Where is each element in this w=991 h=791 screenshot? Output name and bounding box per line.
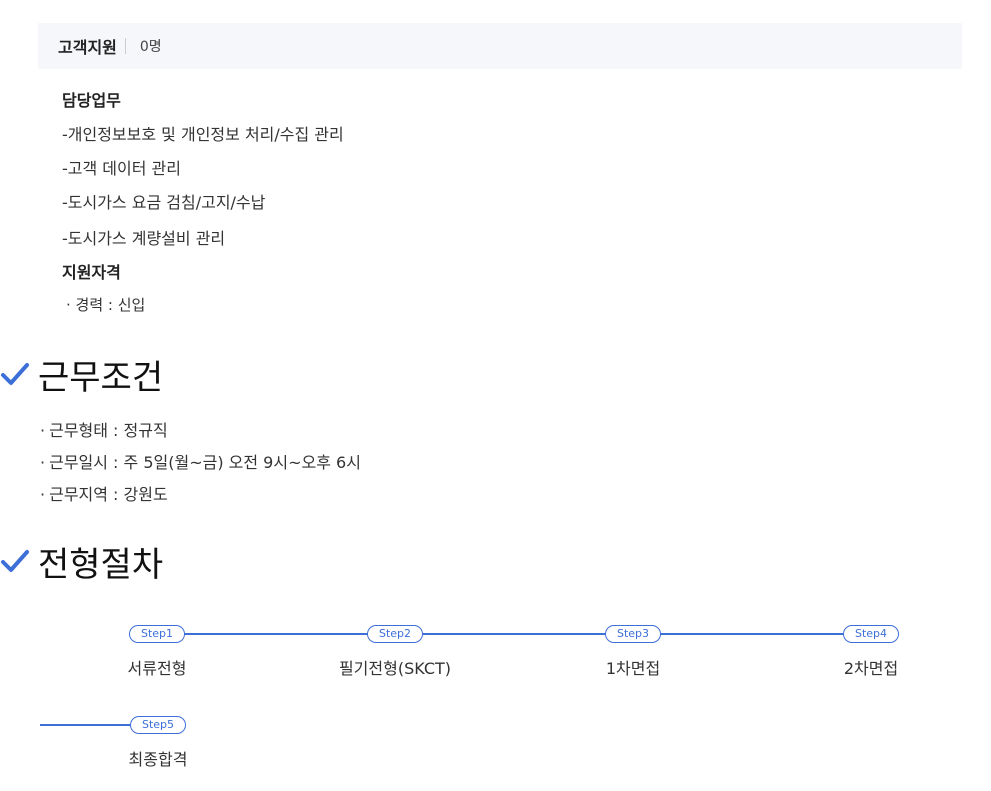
bullet: · <box>40 485 46 504</box>
condition-text: 근무일시 : 주 5일(월~금) 오전 9시~오후 6시 <box>49 453 361 472</box>
step-label: 1차면접 <box>605 659 661 678</box>
step-label: 서류전형 <box>127 659 187 678</box>
condition-item: · 근무형태 : 정규직 <box>40 417 168 441</box>
job-title: 고객지원 <box>58 38 117 57</box>
divider <box>124 38 126 54</box>
qualification-item: · 경력 : 신입 <box>66 296 146 314</box>
step-badge: Step4 <box>843 625 899 643</box>
duties-heading: 담당업무 <box>62 91 121 110</box>
process-title: 전형절차 <box>38 544 164 585</box>
duty-item: -도시가스 계량설비 관리 <box>62 229 226 248</box>
duty-item: -도시가스 요금 검침/고지/수납 <box>62 193 266 212</box>
job-count: 0명 <box>139 39 162 55</box>
step-connector-line <box>157 633 871 635</box>
conditions-section-heading: 근무조건 <box>0 352 164 398</box>
step-label: 최종합격 <box>128 750 188 769</box>
process-section-heading: 전형절차 <box>0 539 164 585</box>
step-label: 필기전형(SKCT) <box>338 659 452 678</box>
bullet: · <box>40 421 46 440</box>
step-badge: Step5 <box>130 716 186 734</box>
step-badge: Step1 <box>129 625 185 643</box>
check-icon <box>1 550 29 572</box>
condition-text: 근무지역 : 강원도 <box>49 485 168 504</box>
job-header: 고객지원 0명 <box>38 23 962 69</box>
bullet: · <box>40 453 46 472</box>
condition-item: · 근무지역 : 강원도 <box>40 481 168 505</box>
qualification-heading: 지원자격 <box>62 263 121 282</box>
check-icon <box>1 363 29 385</box>
duty-item: -개인정보보호 및 개인정보 처리/수집 관리 <box>62 125 344 144</box>
step-label: 2차면접 <box>843 659 899 678</box>
step-badge: Step2 <box>367 625 423 643</box>
condition-item: · 근무일시 : 주 5일(월~금) 오전 9시~오후 6시 <box>40 449 361 473</box>
condition-text: 근무형태 : 정규직 <box>49 421 168 440</box>
conditions-title: 근무조건 <box>38 357 164 398</box>
step-badge: Step3 <box>605 625 661 643</box>
duty-item: -고객 데이터 관리 <box>62 159 181 178</box>
